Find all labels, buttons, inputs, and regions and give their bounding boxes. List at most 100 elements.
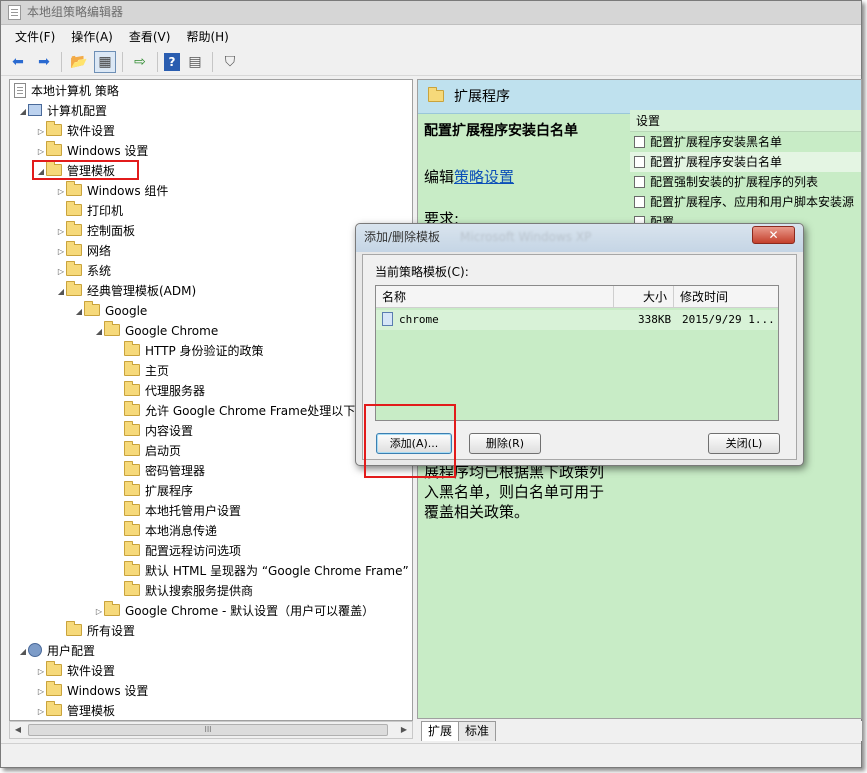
column-size[interactable]: 大小 <box>614 286 674 308</box>
dialog-close-icon[interactable]: ✕ <box>752 226 795 244</box>
tree-chrome-child[interactable]: 密码管理器 <box>124 461 205 481</box>
show-hide-tree-icon[interactable]: ▦ <box>94 50 116 73</box>
setting-row[interactable]: 配置扩展程序安装黑名单 <box>630 132 861 152</box>
tree-chrome-child[interactable]: 本地托管用户设置 <box>124 501 241 521</box>
folder-icon <box>124 561 140 576</box>
tree-chrome-child[interactable]: 默认搜索服务提供商 <box>124 581 253 601</box>
tree-chrome-child-extensions[interactable]: 扩展程序 <box>124 481 193 501</box>
tree-chrome-child[interactable]: 本地消息传递 <box>124 521 217 541</box>
edit-policy-line: 编辑策略设置 <box>424 168 515 186</box>
tree-chrome-defaults[interactable]: ▷ Google Chrome - 默认设置（用户可以覆盖） <box>94 601 374 621</box>
edit-policy-link[interactable]: 策略设置 <box>454 168 514 186</box>
collapsed-triangle-icon[interactable]: ▷ <box>36 142 46 162</box>
setting-row-selected[interactable]: 配置扩展程序安装白名单 <box>630 152 861 172</box>
up-folder-icon[interactable]: 📂 <box>68 51 90 73</box>
menu-file[interactable]: 文件(F) <box>7 27 63 47</box>
tree-chrome-child[interactable]: 默认 HTML 呈现器为 “Google Chrome Frame” <box>124 561 409 581</box>
tree-windows-settings[interactable]: ▷ Windows 设置 <box>36 141 148 161</box>
tree-chrome-child[interactable]: HTTP 身份验证的政策 <box>124 341 264 361</box>
tree-chrome-child[interactable]: 内容设置 <box>124 421 193 441</box>
collapsed-triangle-icon[interactable]: ▷ <box>36 662 46 682</box>
adm-file-icon <box>382 312 393 326</box>
collapsed-triangle-icon[interactable]: ▷ <box>56 242 66 262</box>
policy-setting-icon <box>634 196 645 208</box>
filter-icon[interactable]: ⛉ <box>219 51 241 73</box>
collapsed-triangle-icon[interactable]: ▷ <box>36 702 46 721</box>
template-modified-cell: 2015/9/29 1... <box>682 313 775 326</box>
help-icon[interactable]: ? <box>164 52 180 71</box>
highlight-box-add-button <box>364 404 456 478</box>
tree-system[interactable]: ▷ 系统 <box>56 261 111 281</box>
dialog-title: 添加/删除模板 <box>364 230 441 244</box>
template-size-cell: 338KB <box>638 313 672 326</box>
expanded-triangle-icon[interactable]: ◢ <box>18 642 28 662</box>
properties-icon[interactable]: ▤ <box>184 51 206 73</box>
tree-printers[interactable]: 打印机 <box>66 201 123 221</box>
collapsed-triangle-icon[interactable]: ▷ <box>36 682 46 702</box>
scroll-right-arrow-icon[interactable]: ▶ <box>396 722 412 738</box>
collapsed-triangle-icon[interactable]: ▷ <box>36 122 46 142</box>
tree-horizontal-scrollbar[interactable]: ◀ III ▶ <box>9 721 413 739</box>
remove-button[interactable]: 删除(R) <box>469 433 541 454</box>
policy-document-icon <box>14 83 26 98</box>
collapsed-triangle-icon[interactable]: ▷ <box>56 262 66 282</box>
folder-icon <box>124 401 140 416</box>
menu-bar: 文件(F) 操作(A) 查看(V) 帮助(H) <box>1 26 861 48</box>
tree-root[interactable]: 本地计算机 策略 <box>14 81 119 101</box>
collapsed-triangle-icon[interactable]: ▷ <box>56 182 66 202</box>
template-row[interactable]: chrome 338KB 2015/9/29 1... <box>376 310 778 330</box>
tree-network[interactable]: ▷ 网络 <box>56 241 111 261</box>
tree-chrome-child[interactable]: 允许 Google Chrome Frame处理以下 <box>124 401 355 421</box>
status-bar <box>1 743 861 767</box>
setting-row[interactable]: 配置扩展程序、应用和用户脚本安装源 <box>630 192 861 212</box>
forward-arrow-icon[interactable]: ➡ <box>33 51 55 73</box>
tree-google-chrome[interactable]: ◢ Google Chrome <box>94 321 218 341</box>
close-button[interactable]: 关闭(L) <box>708 433 780 454</box>
setting-row[interactable]: 配置强制安装的扩展程序的列表 <box>630 172 861 192</box>
tree-classic-adm[interactable]: ◢ 经典管理模板(ADM) <box>56 281 196 301</box>
column-name[interactable]: 名称 <box>376 286 614 308</box>
tree-computer-config[interactable]: ◢ 计算机配置 <box>18 101 107 121</box>
tree-user-config[interactable]: ◢ 用户配置 <box>18 641 95 661</box>
tree-software-settings[interactable]: ▷ 软件设置 <box>36 121 115 141</box>
export-list-icon[interactable]: ⇨ <box>129 51 151 73</box>
expanded-triangle-icon[interactable]: ◢ <box>74 302 84 322</box>
policy-setting-icon <box>634 136 645 148</box>
expanded-triangle-icon[interactable]: ◢ <box>18 102 28 122</box>
toolbar: ⬅ ➡ 📂 ▦ ⇨ ? ▤ ⛉ <box>1 48 861 76</box>
expanded-triangle-icon[interactable]: ◢ <box>56 282 66 302</box>
tree-chrome-child[interactable]: 配置远程访问选项 <box>124 541 241 561</box>
menu-help[interactable]: 帮助(H) <box>178 27 236 47</box>
tree-chrome-child[interactable]: 启动页 <box>124 441 181 461</box>
templates-list-header: 名称 大小 修改时间 <box>376 286 778 308</box>
tree-chrome-child[interactable]: 代理服务器 <box>124 381 205 401</box>
folder-icon <box>124 581 140 596</box>
collapsed-triangle-icon[interactable]: ▷ <box>94 602 104 622</box>
scroll-left-arrow-icon[interactable]: ◀ <box>10 722 26 738</box>
policy-setting-icon <box>634 156 645 168</box>
folder-icon <box>46 701 62 716</box>
tree-all-settings[interactable]: 所有设置 <box>66 621 135 641</box>
collapsed-triangle-icon[interactable]: ▷ <box>56 222 66 242</box>
tree-google[interactable]: ◢ Google <box>74 301 147 321</box>
tree-user-windows[interactable]: ▷ Windows 设置 <box>36 681 148 701</box>
tab-extended[interactable]: 扩展 <box>421 721 460 741</box>
column-modified[interactable]: 修改时间 <box>674 286 780 308</box>
folder-icon <box>66 201 82 216</box>
back-arrow-icon[interactable]: ⬅ <box>7 51 29 73</box>
templates-list[interactable]: 名称 大小 修改时间 chrome 338KB 2015/9/29 1... <box>375 285 779 421</box>
tree-user-software[interactable]: ▷ 软件设置 <box>36 661 115 681</box>
menu-view[interactable]: 查看(V) <box>121 27 179 47</box>
tab-standard[interactable]: 标准 <box>458 721 497 741</box>
menu-action[interactable]: 操作(A) <box>63 27 121 47</box>
tree-windows-components[interactable]: ▷ Windows 组件 <box>56 181 168 201</box>
folder-icon <box>46 141 62 156</box>
tree-pane[interactable]: 本地计算机 策略 ◢ 计算机配置 ▷ 软件设置 ▷ Windows 设置 ◢ 管理模板 … <box>9 79 413 721</box>
folder-icon <box>124 361 140 376</box>
scroll-thumb[interactable]: III <box>28 724 388 736</box>
expanded-triangle-icon[interactable]: ◢ <box>94 322 104 342</box>
tree-chrome-child[interactable]: 主页 <box>124 361 169 381</box>
tree-control-panel[interactable]: ▷ 控制面板 <box>56 221 135 241</box>
tree-user-admin[interactable]: ▷ 管理模板 <box>36 701 115 721</box>
settings-column-header[interactable]: 设置 <box>630 110 861 132</box>
